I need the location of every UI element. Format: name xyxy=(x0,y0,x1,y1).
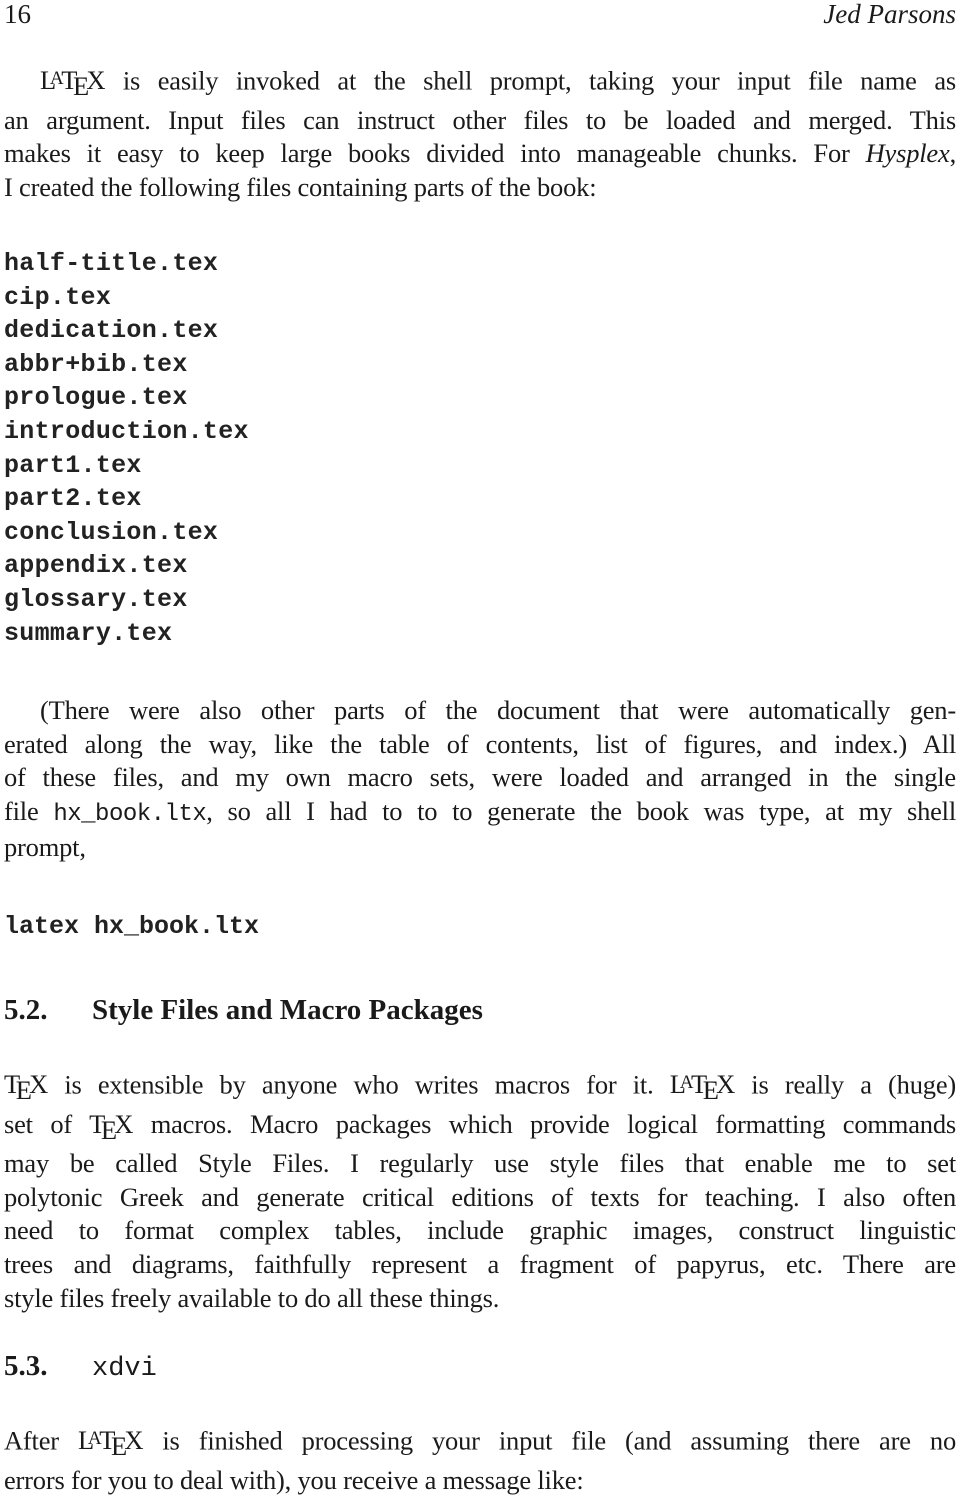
page-number: 16 xyxy=(4,0,31,29)
generated-line-4: file hx_book.ltx, so all I had to to to … xyxy=(4,795,957,828)
xdvi-line-2: errors for you to deal with), you receiv… xyxy=(4,1464,584,1495)
section-heading-5-2: 5.2. Style Files and Macro Packages xyxy=(4,992,956,1028)
file-list-item: abbr+bib.tex xyxy=(4,349,188,379)
tex-logo: TEX xyxy=(4,1069,49,1106)
section-title: Style Files and Macro Packages xyxy=(92,994,483,1026)
section-title: xdvi xyxy=(92,1354,157,1384)
file-list-item: summary.tex xyxy=(4,618,173,648)
section-number: 5.2. xyxy=(4,994,48,1026)
intro-paragraph: LATEX is easily invoked at the shell pro… xyxy=(4,62,956,205)
generated-parts-paragraph: (There were also other parts of the docu… xyxy=(4,694,956,865)
file-list-item: prologue.tex xyxy=(4,383,188,413)
style-line-4: polytonic Greek and generate critical ed… xyxy=(4,1181,956,1212)
file-list-item: part1.tex xyxy=(4,450,142,480)
style-line-2: set of TEX macros. Macro packages which … xyxy=(4,1108,956,1145)
tex-logo: TEX xyxy=(89,1108,134,1145)
style-files-paragraph: TEX is extensible by anyone who writes m… xyxy=(4,1066,956,1315)
file-list-item: conclusion.tex xyxy=(4,517,219,547)
section-heading-5-3: 5.3. xdvi xyxy=(4,1348,956,1387)
section-number: 5.3. xyxy=(4,1350,48,1382)
style-line-1: TEX is extensible by anyone who writes m… xyxy=(4,1069,957,1106)
inline-code-filename: hx_book.ltx xyxy=(53,800,207,828)
file-list: half-title.tex cip.tex dedication.tex ab… xyxy=(4,247,956,650)
intro-line-1: LATEX is easily invoked at the shell pro… xyxy=(40,65,956,102)
generated-line-5: prompt, xyxy=(4,832,86,863)
xdvi-line-1: After LATEX is finished processing your … xyxy=(4,1425,956,1462)
intro-line-2: an argument. Input files can instruct ot… xyxy=(4,104,956,135)
generated-line-1: (There were also other parts of the docu… xyxy=(40,695,956,725)
latex-logo: LATEX xyxy=(669,1069,736,1106)
running-head: 16 Jed Parsons xyxy=(4,0,956,36)
file-list-item: glossary.tex xyxy=(4,584,188,614)
latex-logo: LATEX xyxy=(40,65,106,102)
file-list-item: appendix.tex xyxy=(4,551,188,581)
file-list-item: half-title.tex xyxy=(4,249,219,278)
file-list-item: part2.tex xyxy=(4,484,142,514)
file-list-item: dedication.tex xyxy=(4,316,219,346)
style-line-7: style files freely available to do all t… xyxy=(4,1282,500,1313)
latex-logo: LATEX xyxy=(78,1425,144,1462)
running-head-author: Jed Parsons xyxy=(823,0,956,29)
intro-line-4: I created the following files containing… xyxy=(4,171,597,202)
generated-line-2: erated along the way, like the table of … xyxy=(4,728,956,759)
style-line-6: trees and diagrams, faithfully represent… xyxy=(4,1248,956,1279)
style-line-3: may be called Style Files. I regularly u… xyxy=(4,1148,956,1179)
shell-command: latex hx_book.ltx xyxy=(4,912,260,941)
file-list-item: introduction.tex xyxy=(4,416,249,446)
book-title-hysplex: Hysplex xyxy=(865,138,950,169)
style-line-5: need to format complex tables, include g… xyxy=(4,1215,956,1246)
intro-line-3: makes it easy to keep large books divide… xyxy=(4,138,956,169)
file-list-item: cip.tex xyxy=(4,282,112,312)
xdvi-paragraph: After LATEX is finished processing your … xyxy=(4,1422,956,1497)
generated-line-3: of these files, and my own macro sets, w… xyxy=(4,762,956,793)
